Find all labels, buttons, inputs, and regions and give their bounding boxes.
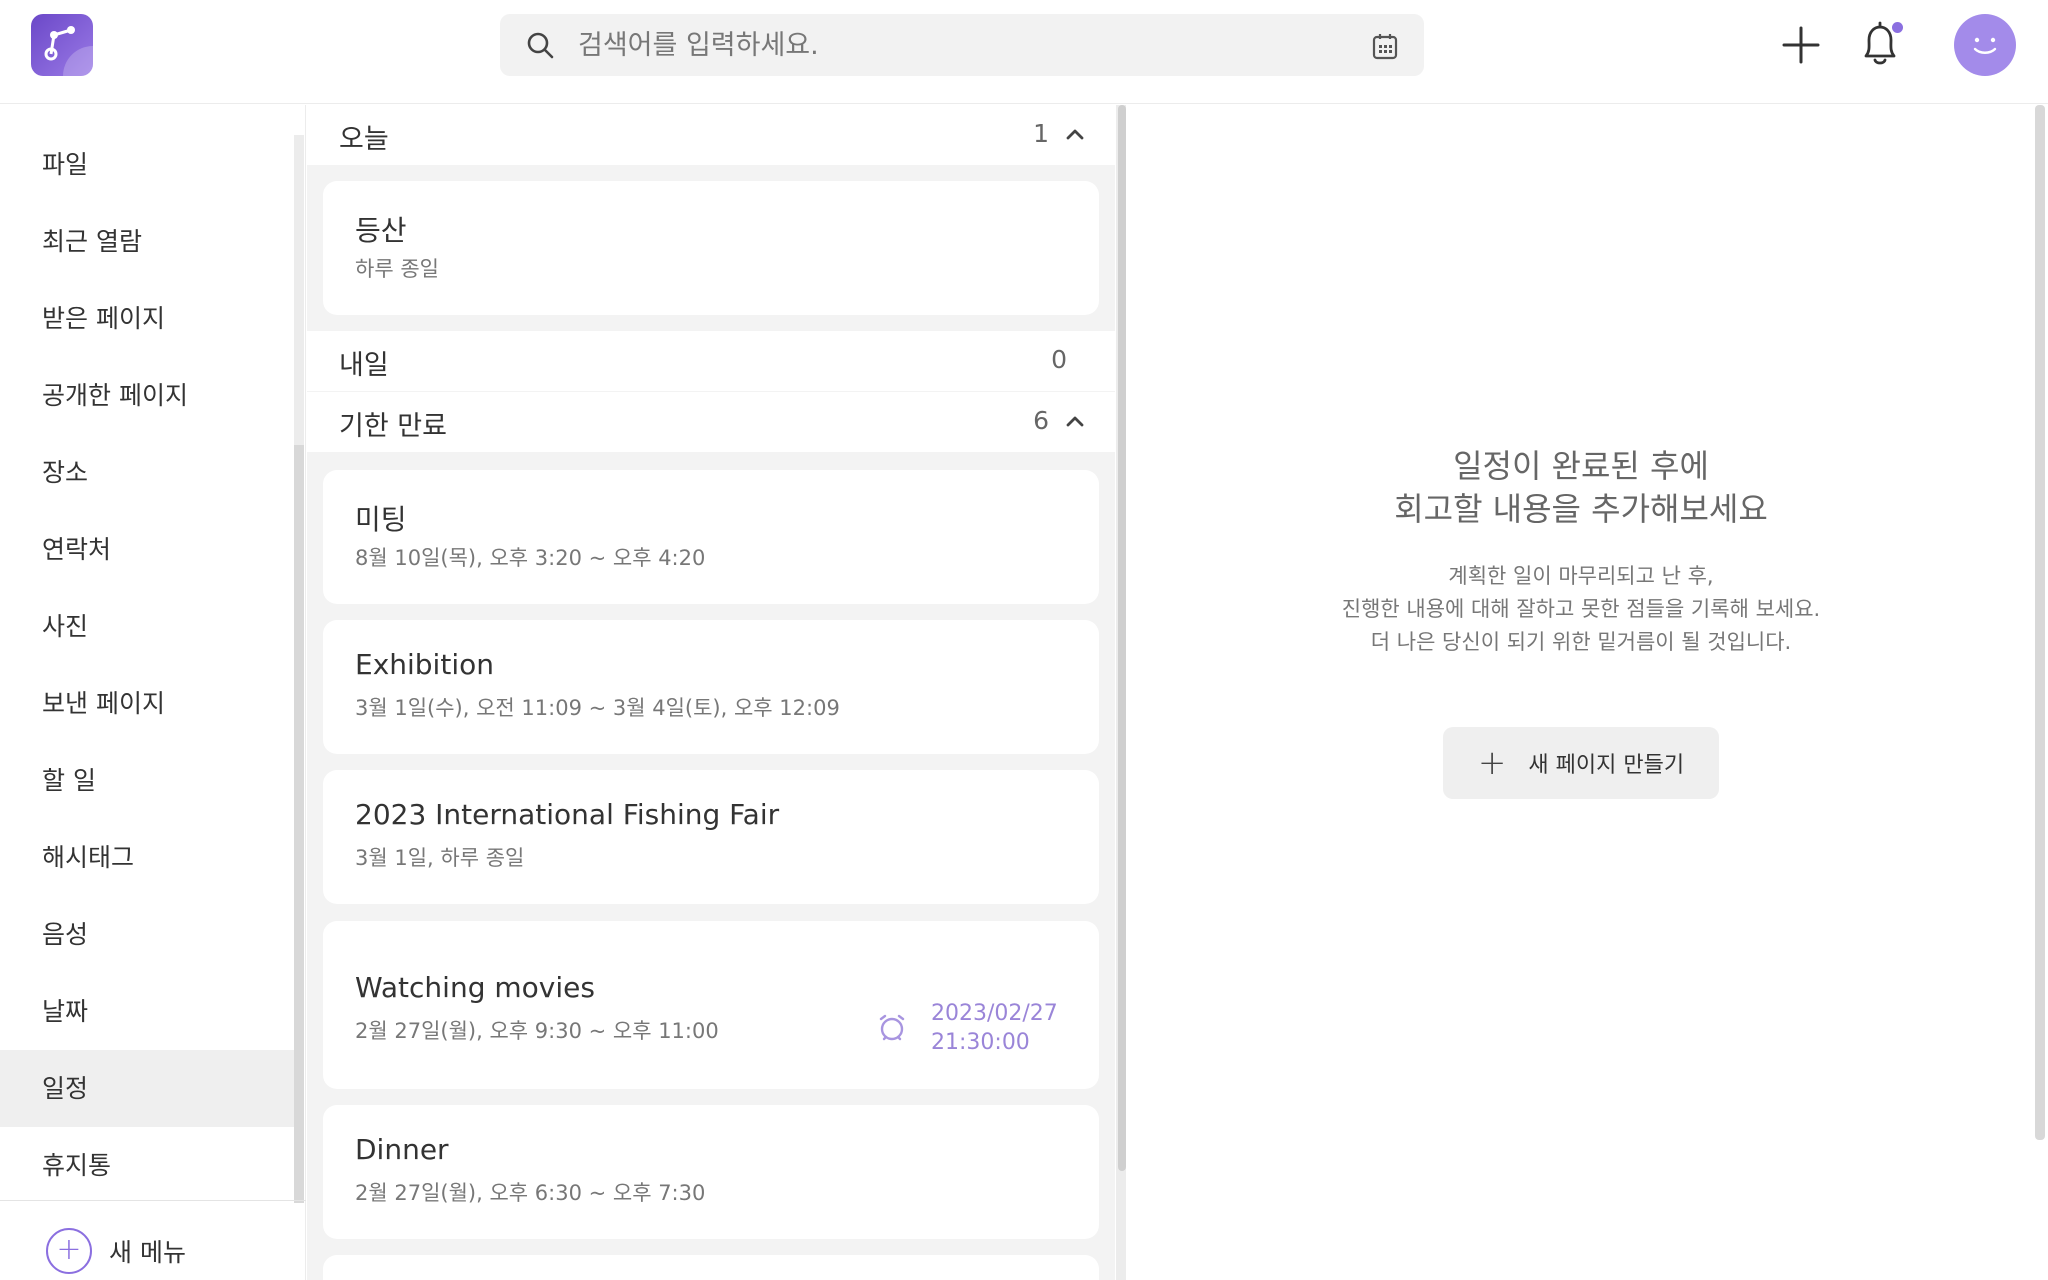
sidebar-scrollbar-thumb[interactable] — [294, 445, 304, 1203]
section-tomorrow[interactable]: 내일 0 — [307, 331, 1115, 391]
sidebar-item-label: 파일 — [42, 150, 89, 179]
plus-icon: + — [1477, 743, 1507, 783]
sidebar-item-recent[interactable]: 최근 열람 — [0, 203, 294, 280]
sidebar-item-label: 사진 — [42, 612, 89, 641]
sidebar-item-label: 음성 — [42, 920, 89, 949]
event-card[interactable]: 2023 International Fishing Fair 3월 1일, 하… — [323, 770, 1099, 904]
schedule-list: 오늘 1 등산 하루 종일 내일 0 기한 만료 6 미팅 8월 10일(목),… — [307, 105, 1115, 1280]
alarm-date: 2023/02/27 — [931, 1001, 1058, 1026]
sidebar-item-label: 최근 열람 — [42, 227, 142, 256]
chevron-up-icon[interactable] — [1065, 127, 1085, 141]
event-title: Exhibition — [355, 648, 494, 681]
sidebar-item-trash[interactable]: 휴지통 — [0, 1127, 294, 1204]
event-time: 하루 종일 — [355, 257, 439, 281]
event-time: 2월 27일(월), 오후 6:30 ~ 오후 7:30 — [355, 1181, 706, 1205]
section-title: 내일 — [339, 350, 389, 381]
logo-graph-icon — [44, 26, 75, 61]
empty-desc-line: 진행한 내용에 대해 잘하고 못한 점들을 기록해 보세요. — [1341, 597, 1821, 621]
notification-button[interactable] — [1858, 20, 1904, 70]
event-title: 2023 International Fishing Fair — [355, 798, 780, 831]
sidebar-item-label: 보낸 페이지 — [42, 689, 165, 718]
sidebar-item-schedule[interactable]: 일정 — [0, 1050, 294, 1127]
event-title: 미팅 — [355, 503, 407, 536]
calendar-icon[interactable] — [1372, 32, 1398, 60]
sidebar-item-label: 일정 — [42, 1074, 89, 1103]
avatar[interactable] — [1954, 14, 2016, 76]
detail-panel: 일정이 완료된 후에 회고할 내용을 추가해보세요 계획한 일이 마무리되고 난… — [1127, 105, 2048, 1280]
list-scrollbar[interactable] — [1116, 105, 1126, 1280]
new-menu-button[interactable]: + 새 메뉴 — [46, 1227, 186, 1275]
sidebar-item-sent-pages[interactable]: 보낸 페이지 — [0, 665, 294, 742]
section-title: 기한 만료 — [339, 411, 447, 442]
event-card[interactable] — [323, 1255, 1099, 1280]
alarm-time: 21:30:00 — [931, 1030, 1030, 1055]
sidebar-item-label: 공개한 페이지 — [42, 381, 188, 410]
sidebar-item-label: 연락처 — [42, 535, 112, 564]
plus-circle-icon: + — [46, 1228, 92, 1274]
section-expired[interactable]: 기한 만료 6 — [307, 392, 1115, 452]
section-count: 6 — [1033, 406, 1049, 435]
detail-scrollbar[interactable] — [2035, 105, 2045, 1140]
alarm-clock-icon — [879, 1014, 905, 1041]
empty-desc-line: 계획한 일이 마무리되고 난 후, — [1448, 564, 1714, 588]
sidebar: 파일 최근 열람 받은 페이지 공개한 페이지 장소 연락처 사진 보낸 페이지… — [0, 105, 306, 1280]
event-card[interactable]: Dinner 2월 27일(월), 오후 6:30 ~ 오후 7:30 — [323, 1105, 1099, 1239]
event-card[interactable]: Watching movies 2월 27일(월), 오후 9:30 ~ 오후 … — [323, 921, 1099, 1089]
list-scrollbar-thumb[interactable] — [1118, 105, 1126, 1171]
sidebar-item-label: 장소 — [42, 458, 89, 487]
sidebar-item-label: 할 일 — [42, 766, 96, 795]
alarm-datetime: 2023/02/27 21:30:00 — [931, 999, 1058, 1057]
event-title: Dinner — [355, 1133, 449, 1166]
divider — [0, 1200, 306, 1201]
sidebar-item-label: 날짜 — [42, 997, 89, 1026]
event-card[interactable]: 미팅 8월 10일(목), 오후 3:20 ~ 오후 4:20 — [323, 470, 1099, 604]
sidebar-item-voice[interactable]: 음성 — [0, 896, 294, 973]
sidebar-item-dates[interactable]: 날짜 — [0, 973, 294, 1050]
empty-desc-line: 더 나은 당신이 되기 위한 밑거름이 될 것입니다. — [1370, 630, 1792, 654]
sidebar-item-label: 받은 페이지 — [42, 304, 165, 333]
section-title: 오늘 — [339, 124, 389, 155]
event-time: 8월 10일(목), 오후 3:20 ~ 오후 4:20 — [355, 546, 706, 570]
notification-badge — [1892, 22, 1903, 33]
add-icon[interactable] — [1780, 24, 1822, 66]
section-today[interactable]: 오늘 1 — [307, 105, 1115, 165]
empty-title-line: 일정이 완료된 후에 — [1453, 447, 1709, 485]
event-card[interactable]: 등산 하루 종일 — [323, 181, 1099, 315]
event-title: Watching movies — [355, 971, 595, 1004]
sidebar-item-files[interactable]: 파일 — [0, 126, 294, 203]
search-input[interactable] — [578, 24, 1338, 66]
event-title: 등산 — [355, 214, 407, 247]
empty-title-line: 회고할 내용을 추가해보세요 — [1394, 490, 1768, 528]
sidebar-item-contacts[interactable]: 연락처 — [0, 511, 294, 588]
event-card[interactable]: Exhibition 3월 1일(수), 오전 11:09 ~ 3월 4일(토)… — [323, 620, 1099, 754]
top-bar — [0, 0, 2048, 104]
new-page-button[interactable]: + 새 페이지 만들기 — [1443, 727, 1719, 799]
event-time: 3월 1일(수), 오전 11:09 ~ 3월 4일(토), 오후 12:09 — [355, 696, 840, 720]
section-count: 0 — [1051, 345, 1067, 374]
new-menu-label: 새 메뉴 — [109, 1238, 186, 1267]
empty-state-title: 일정이 완료된 후에 회고할 내용을 추가해보세요 — [1127, 445, 2035, 531]
sidebar-item-label: 휴지통 — [42, 1151, 112, 1180]
event-time: 2월 27일(월), 오후 9:30 ~ 오후 11:00 — [355, 1019, 719, 1043]
chevron-up-icon[interactable] — [1065, 414, 1085, 428]
section-count: 1 — [1033, 119, 1049, 148]
smile-icon — [1973, 37, 1997, 54]
empty-state-description: 계획한 일이 마무리되고 난 후, 진행한 내용에 대해 잘하고 못한 점들을 … — [1127, 560, 2035, 659]
sidebar-scrollbar[interactable] — [294, 135, 304, 1203]
search-icon[interactable] — [526, 31, 554, 59]
new-page-label: 새 페이지 만들기 — [1528, 753, 1685, 778]
search-bar — [500, 14, 1424, 76]
sidebar-item-public-pages[interactable]: 공개한 페이지 — [0, 357, 294, 434]
sidebar-item-hashtags[interactable]: 해시태그 — [0, 819, 294, 896]
app-logo[interactable] — [31, 14, 93, 76]
event-time: 3월 1일, 하루 종일 — [355, 846, 525, 870]
sidebar-item-received-pages[interactable]: 받은 페이지 — [0, 280, 294, 357]
sidebar-item-label: 해시태그 — [42, 843, 135, 872]
sidebar-item-todo[interactable]: 할 일 — [0, 742, 294, 819]
sidebar-item-places[interactable]: 장소 — [0, 434, 294, 511]
sidebar-item-photos[interactable]: 사진 — [0, 588, 294, 665]
